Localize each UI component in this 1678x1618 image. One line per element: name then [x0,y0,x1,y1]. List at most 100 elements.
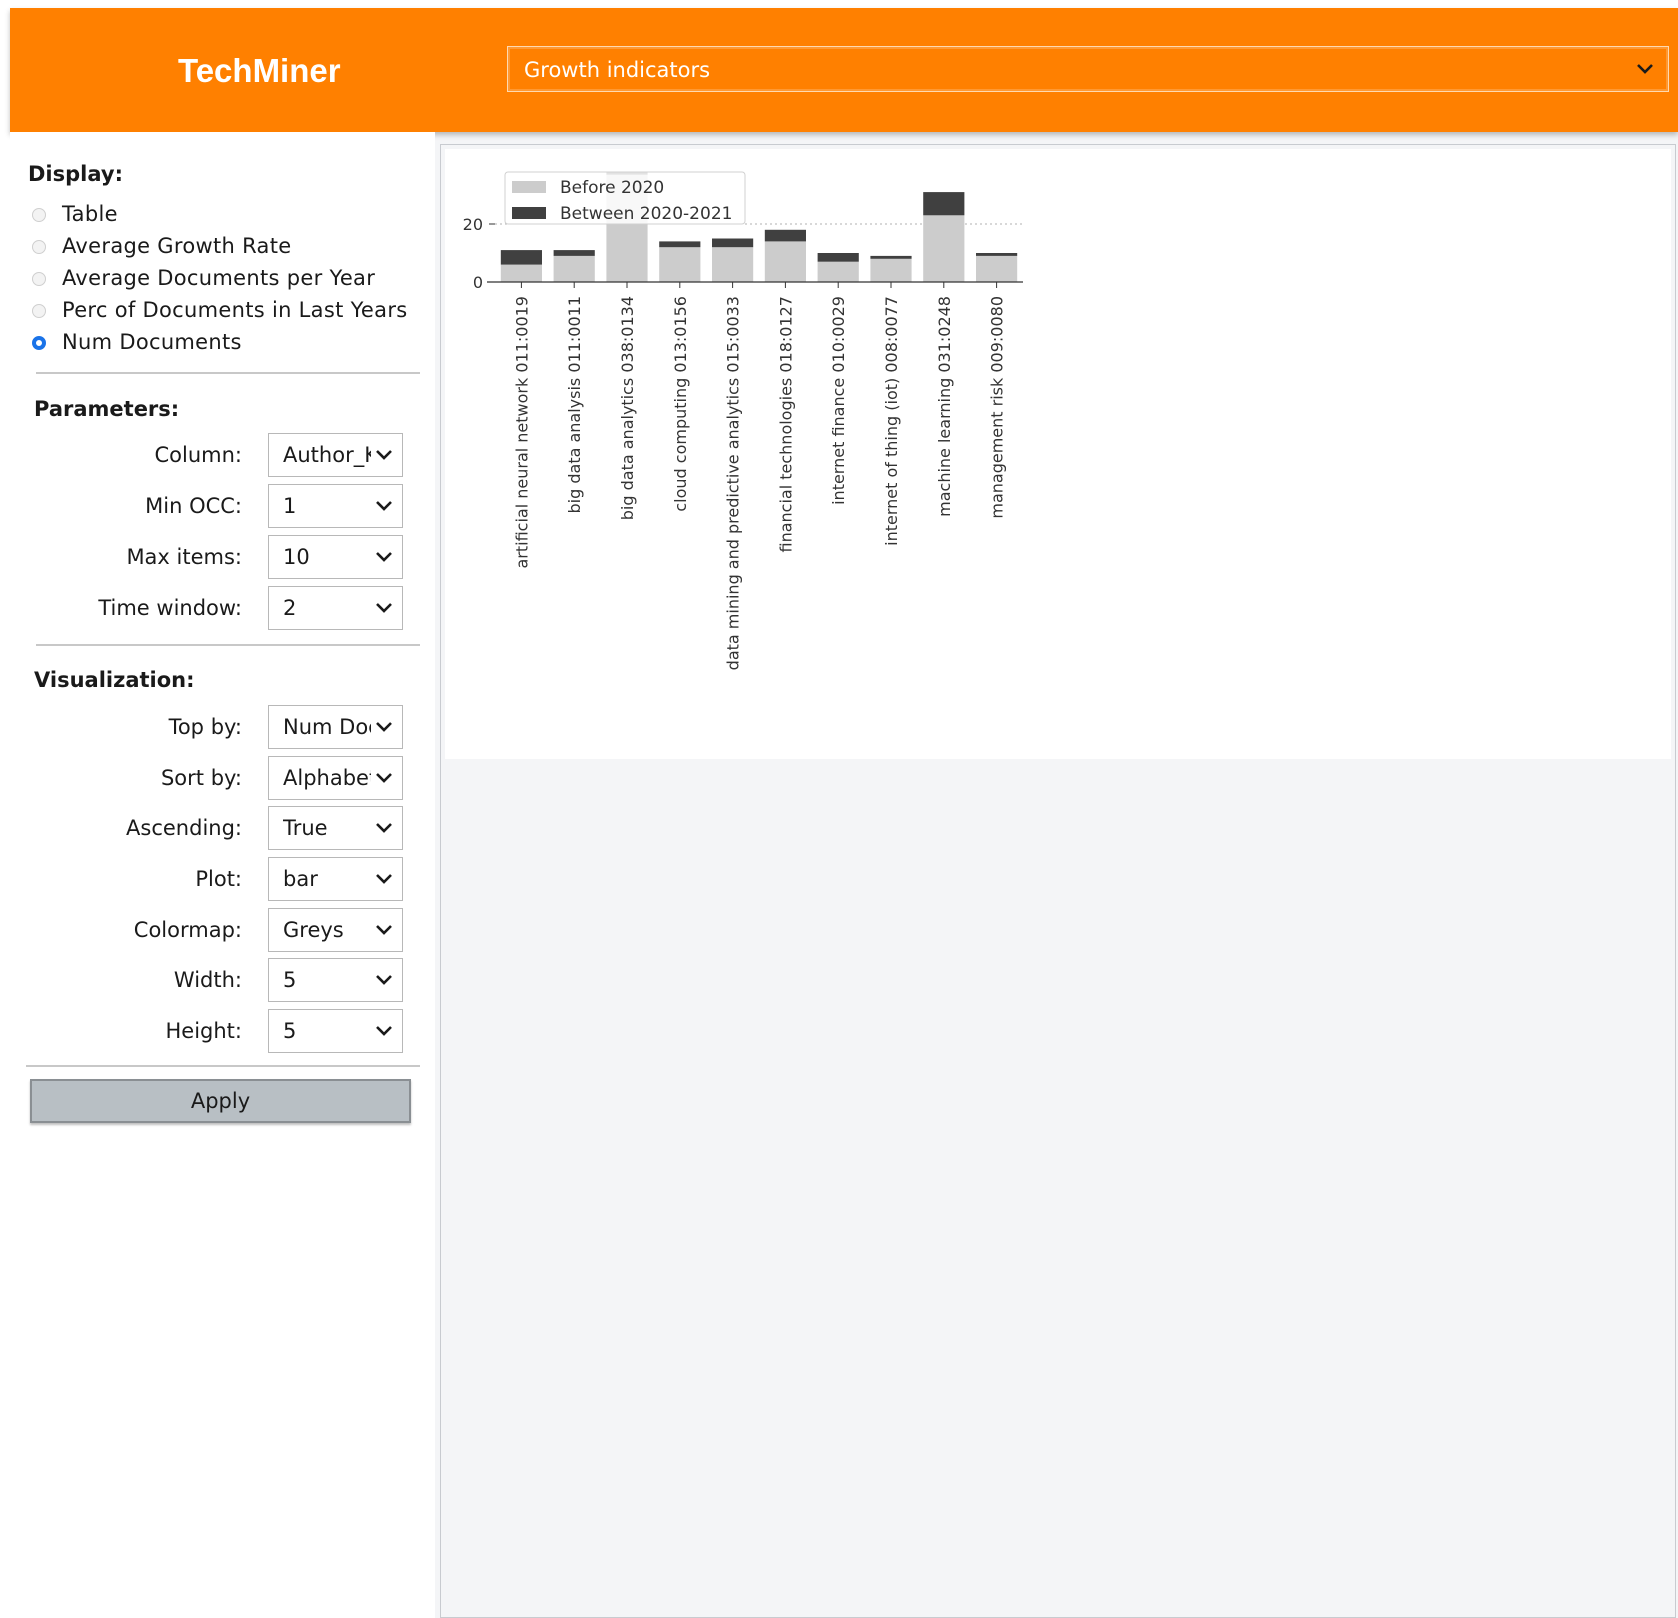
control-sidebar: Display: Table Average Growth Rate Avera… [10,132,435,1618]
bar-segment [659,241,701,248]
radio-label: Average Growth Rate [62,234,292,258]
column-label: Column: [154,443,243,467]
radio-label: Average Documents per Year [62,266,376,290]
sort-by-dropdown[interactable]: Alphabetic [268,756,403,800]
plot-value: bar [283,867,318,891]
header-bar: TechMiner Growth indicators [10,8,1678,132]
radio-icon[interactable] [32,272,46,286]
time-window-label: Time window: [98,596,242,620]
legend-swatch [512,181,546,193]
bar-segment [923,215,965,282]
x-tick-label: management risk 009:0080 [988,296,1007,519]
x-tick-label: financial technologies 018:0127 [776,296,795,552]
bar-segment [817,253,859,262]
min-occ-value: 1 [283,494,297,518]
time-window-dropdown[interactable]: 2 [268,586,403,630]
bar-segment [553,250,595,256]
colormap-dropdown[interactable]: Greys [268,908,403,952]
colormap-value: Greys [283,918,344,942]
analysis-select-value: Growth indicators [524,58,711,82]
ascending-dropdown[interactable]: True [268,806,403,850]
visualization-section-title: Visualization: [34,668,195,692]
chevron-down-icon [374,446,394,464]
colormap-label: Colormap: [133,918,242,942]
bar-segment [870,258,912,282]
chevron-down-icon [1637,64,1653,74]
x-tick-label: artificial neural network 011:0019 [512,296,531,569]
chevron-down-icon [374,1022,394,1040]
parameters-section-title: Parameters: [34,397,180,421]
chevron-down-icon [374,819,394,837]
time-window-value: 2 [283,596,297,620]
bar-segment [764,229,806,242]
height-value: 5 [283,1019,297,1043]
legend-swatch [512,207,546,219]
chevron-down-icon [374,497,394,515]
x-tick-label: big data analytics 038:0134 [618,296,637,520]
radio-icon[interactable] [32,304,46,318]
max-items-value: 10 [283,545,310,569]
top-by-value: Num Documents [283,715,371,739]
x-tick-label: big data analysis 011:0011 [565,296,584,513]
radio-label: Num Documents [62,330,242,354]
plot-label: Plot: [195,867,242,891]
column-dropdown[interactable]: Author_Keywords [268,433,403,477]
divider [36,644,420,646]
chevron-down-icon [374,769,394,787]
bar-segment [976,255,1018,282]
sort-by-value: Alphabetic [283,766,371,790]
plot-dropdown[interactable]: bar [268,857,403,901]
x-tick-label: internet finance 010:0029 [829,296,848,505]
bar-segment [500,264,542,282]
app-window: TechMiner Growth indicators Display: Tab… [10,8,1678,1618]
analysis-select[interactable]: Growth indicators [507,46,1669,92]
height-dropdown[interactable]: 5 [268,1009,403,1053]
height-label: Height: [165,1019,243,1043]
top-by-dropdown[interactable]: Num Documents [268,705,403,749]
max-items-dropdown[interactable]: 10 [268,535,403,579]
chevron-down-icon [374,870,394,888]
min-occ-dropdown[interactable]: 1 [268,484,403,528]
chevron-down-icon [374,971,394,989]
sort-by-label: Sort by: [160,766,242,790]
bar-segment [553,255,595,282]
plot-area: artificial neural network 011:0019 big da… [445,149,1671,759]
max-items-label: Max items: [126,545,242,569]
width-label: Width: [173,968,242,992]
divider [26,1065,420,1067]
width-value: 5 [283,968,297,992]
top-by-label: Top by: [168,715,242,739]
radio-icon[interactable] [32,208,46,222]
stacked-bar-chart: artificial neural network 011:0019 big da… [463,171,1023,670]
output-panel: artificial neural network 011:0019 big da… [440,144,1676,1618]
bar-segment [976,253,1018,256]
bar-segment [500,250,542,265]
bar-segment [817,261,859,282]
radio-checked-icon[interactable] [32,336,46,350]
chevron-down-icon [374,718,394,736]
ascending-value: True [283,816,328,840]
y-tick-label: 20 [463,215,483,234]
divider [36,372,420,374]
bar-segment [764,241,806,282]
chevron-down-icon [374,599,394,617]
app-title: TechMiner [178,52,341,89]
ascending-label: Ascending: [126,816,242,840]
x-tick-label: internet of thing (iot) 008:0077 [882,296,901,546]
radio-label: Perc of Documents in Last Years [62,298,408,322]
legend-label: Between 2020-2021 [560,204,732,224]
x-tick-label: machine learning 031:0248 [935,296,954,517]
legend-label: Before 2020 [560,178,664,198]
radio-icon[interactable] [32,240,46,254]
y-tick-label: 0 [473,273,483,292]
column-value: Author_Keywords [283,443,371,467]
bar-segment [870,255,912,259]
radio-label: Table [62,202,118,226]
bar-segment [712,238,754,248]
apply-button[interactable]: Apply [30,1079,411,1123]
width-dropdown[interactable]: 5 [268,958,403,1002]
x-tick-label: cloud computing 013:0156 [671,296,690,512]
display-section-title: Display: [28,162,123,186]
chevron-down-icon [374,921,394,939]
min-occ-label: Min OCC: [145,494,242,518]
